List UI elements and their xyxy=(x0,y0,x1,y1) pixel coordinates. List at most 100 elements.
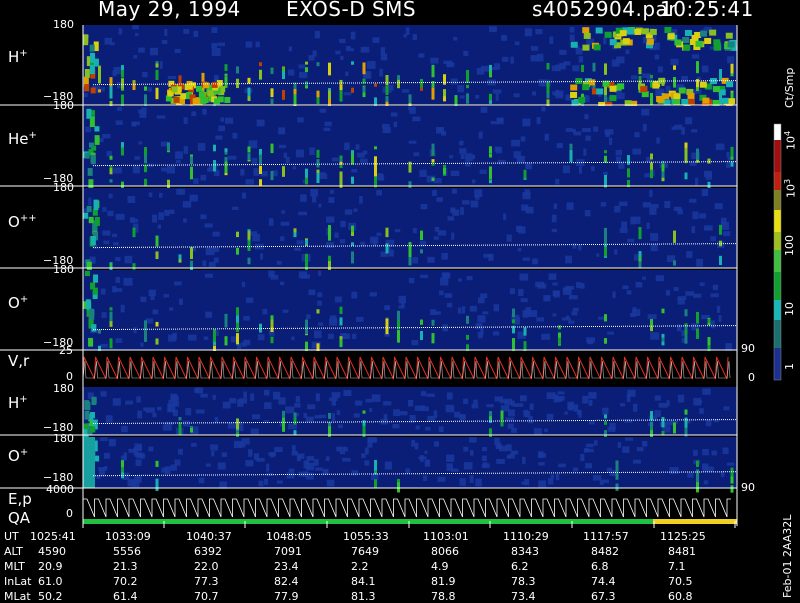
table-cell: 1033:09 xyxy=(105,530,151,543)
noise-pixel xyxy=(161,40,168,45)
count-pixel xyxy=(443,96,446,102)
count-pixel xyxy=(650,92,653,105)
noise-pixel xyxy=(635,281,643,288)
count-pixel xyxy=(259,62,262,67)
noise-pixel xyxy=(232,132,238,139)
noise-pixel xyxy=(520,136,526,142)
noise-pixel xyxy=(593,126,599,132)
noise-pixel xyxy=(103,240,110,245)
noise-pixel xyxy=(650,233,659,241)
count-pixel xyxy=(178,425,182,436)
table-cell: 82.4 xyxy=(274,575,299,588)
count-pixel xyxy=(109,338,113,349)
noise-pixel xyxy=(394,229,401,233)
colorbar-tick-1e3: 103 xyxy=(783,178,798,198)
noise-pixel xyxy=(102,230,111,236)
count-pixel xyxy=(362,62,366,75)
noise-pixel xyxy=(520,298,528,303)
spectrogram-chart xyxy=(0,25,782,528)
count-pixel xyxy=(604,150,607,154)
noise-pixel xyxy=(140,342,144,347)
noise-pixel xyxy=(497,159,506,165)
count-pixel xyxy=(86,205,92,213)
count-pixel xyxy=(86,301,92,310)
noise-pixel xyxy=(365,398,373,403)
noise-pixel xyxy=(132,165,140,174)
noise-pixel xyxy=(327,333,334,340)
noise-pixel xyxy=(557,391,565,395)
count-pixel xyxy=(570,41,578,48)
count-pixel xyxy=(466,315,469,324)
noise-pixel xyxy=(615,156,622,164)
count-pixel xyxy=(593,44,601,51)
count-pixel xyxy=(132,263,136,270)
count-pixel xyxy=(696,62,699,71)
noise-pixel xyxy=(463,446,469,452)
count-pixel xyxy=(305,67,308,73)
count-pixel xyxy=(247,153,251,160)
noise-pixel xyxy=(99,137,104,143)
noise-pixel xyxy=(136,396,141,403)
noise-pixel xyxy=(634,132,640,138)
table-cell: 21.3 xyxy=(113,560,138,573)
count-pixel xyxy=(646,38,654,45)
count-pixel xyxy=(661,164,665,172)
noise-pixel xyxy=(633,403,638,412)
count-pixel xyxy=(420,319,423,325)
table-cell: 74.4 xyxy=(591,575,616,588)
panel-background xyxy=(83,493,737,521)
noise-pixel xyxy=(115,256,121,262)
count-pixel xyxy=(699,81,707,88)
noise-pixel xyxy=(536,317,545,322)
noise-pixel xyxy=(711,450,717,456)
noise-pixel xyxy=(496,458,505,464)
noise-pixel xyxy=(366,61,376,69)
noise-pixel xyxy=(517,247,522,252)
noise-pixel xyxy=(627,238,635,243)
noise-pixel xyxy=(393,121,398,128)
noise-pixel xyxy=(433,441,440,447)
noise-pixel xyxy=(105,415,113,423)
count-pixel xyxy=(684,309,688,317)
noise-pixel xyxy=(451,188,457,194)
count-pixel xyxy=(270,98,274,105)
colorbar-segment xyxy=(774,140,781,172)
noise-pixel xyxy=(198,477,205,484)
noise-pixel xyxy=(103,452,110,459)
noise-pixel xyxy=(276,260,282,265)
count-pixel xyxy=(144,178,147,186)
noise-pixel xyxy=(524,28,533,37)
count-pixel xyxy=(121,149,124,156)
noise-pixel xyxy=(384,305,391,311)
noise-pixel xyxy=(657,66,663,73)
noise-pixel xyxy=(614,249,618,255)
count-pixel xyxy=(604,31,612,38)
noise-pixel xyxy=(407,399,414,407)
noise-pixel xyxy=(278,144,287,149)
table-row-label: UT xyxy=(4,530,19,543)
noise-pixel xyxy=(686,251,693,258)
count-pixel xyxy=(649,28,657,35)
count-pixel xyxy=(98,89,101,93)
noise-pixel xyxy=(314,30,320,39)
noise-pixel xyxy=(253,168,260,176)
count-pixel xyxy=(93,274,99,283)
noise-pixel xyxy=(432,189,437,197)
noise-pixel xyxy=(722,447,729,455)
count-pixel xyxy=(178,258,182,263)
noise-pixel xyxy=(578,56,584,63)
count-pixel xyxy=(339,306,343,314)
count-pixel xyxy=(247,240,251,251)
noise-pixel xyxy=(603,37,607,45)
noise-pixel xyxy=(268,218,274,226)
count-pixel xyxy=(570,91,578,98)
colorbar-segment xyxy=(774,272,781,300)
count-pixel xyxy=(270,336,274,344)
count-pixel xyxy=(186,83,193,90)
y-tick-top: 4000 xyxy=(46,483,74,496)
noise-pixel xyxy=(123,452,127,461)
count-pixel xyxy=(93,199,99,210)
noise-pixel xyxy=(504,398,512,406)
noise-pixel xyxy=(202,108,207,115)
noise-pixel xyxy=(673,287,679,292)
